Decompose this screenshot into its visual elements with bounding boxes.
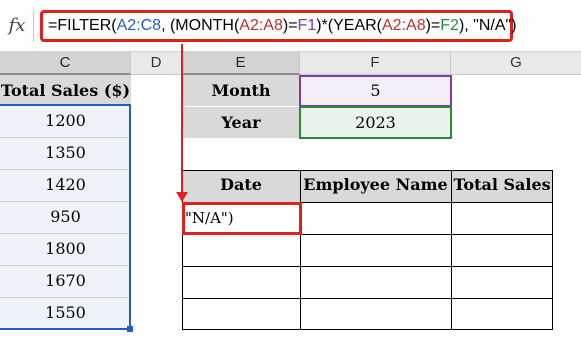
- column-header-e[interactable]: E: [182, 52, 300, 75]
- grid-line: [552, 170, 553, 330]
- pointer-arrow-head-icon: [176, 192, 188, 202]
- result-header-date[interactable]: Date: [182, 170, 300, 202]
- grid-line: [182, 170, 553, 171]
- column-header-g[interactable]: G: [451, 52, 581, 75]
- range-handle[interactable]: [127, 326, 133, 332]
- year-label-cell[interactable]: Year: [182, 107, 300, 138]
- formula-token: F2: [440, 17, 459, 34]
- grid-line: [182, 298, 553, 299]
- f1-reference-border: [299, 75, 452, 107]
- range-a2-c8-border: [0, 104, 131, 330]
- formula-token: , (MONTH(: [161, 17, 240, 34]
- month-label-cell[interactable]: Month: [182, 75, 300, 106]
- formula-token: F1: [297, 17, 317, 34]
- grid-line: [300, 170, 301, 330]
- column-header-f[interactable]: F: [300, 52, 451, 75]
- formula-token: A2:A8: [382, 17, 426, 34]
- f2-reference-border: [299, 106, 452, 139]
- formula-text[interactable]: =FILTER(A2:C8, (MONTH(A2:A8)=F1)*(YEAR(A…: [48, 14, 517, 38]
- result-header-employee-name[interactable]: Employee Name: [300, 170, 451, 202]
- formula-bar-separator: [33, 10, 34, 42]
- criteria-divider: [182, 106, 300, 107]
- formula-token: A2:A8: [239, 17, 283, 34]
- grid-line: [182, 329, 553, 330]
- column-header-c[interactable]: C: [0, 52, 131, 75]
- pointer-arrow-line: [181, 44, 183, 194]
- result-header-total-sales[interactable]: Total Sales: [451, 170, 553, 202]
- formula-token: ), "N/A"): [458, 17, 517, 34]
- formula-token: A2:C8: [116, 17, 162, 34]
- grid-line: [182, 266, 553, 267]
- formula-token: =FILTER(: [48, 17, 117, 34]
- formula-token: )*(YEAR(: [316, 17, 382, 34]
- grid-line: [451, 170, 452, 330]
- column-header-d[interactable]: D: [131, 52, 182, 75]
- column-c-header-cell[interactable]: Total Sales ($): [0, 75, 131, 106]
- active-cell-highlight[interactable]: [182, 202, 302, 235]
- fx-icon[interactable]: fx: [6, 14, 28, 38]
- formula-token: )=: [282, 17, 298, 34]
- formula-token: )=: [425, 17, 441, 34]
